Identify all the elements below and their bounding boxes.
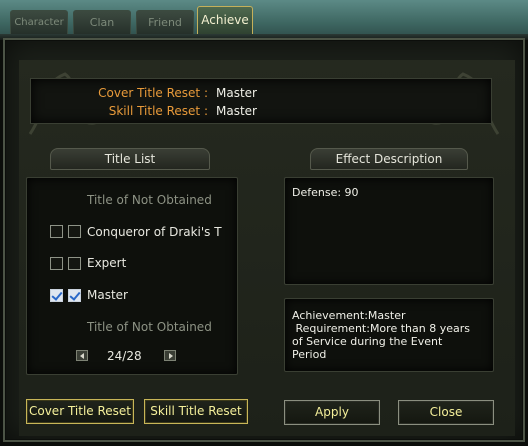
skill-title-checkbox-master[interactable] — [68, 289, 81, 302]
apply-button[interactable]: Apply — [284, 400, 380, 425]
title-reset-summary: Cover Title Reset : Master Skill Title R… — [30, 78, 492, 124]
cover-title-reset-label: Cover Title Reset : — [98, 86, 208, 100]
cover-title-checkbox-expert[interactable] — [50, 257, 63, 270]
cover-title-reset-value: Master — [216, 86, 257, 100]
cover-title-checkbox-master[interactable] — [50, 289, 63, 302]
tab-achieve[interactable]: Achieve — [197, 6, 253, 34]
achievement-line-4: Period — [292, 348, 327, 361]
list-item-not-obtained-top: Title of Not Obtained — [87, 193, 212, 207]
prev-page-arrow-icon[interactable] — [76, 350, 88, 361]
achievement-line-2: Requirement:More than 8 years — [292, 322, 470, 335]
page-indicator: 24/28 — [107, 349, 142, 363]
next-page-arrow-icon[interactable] — [164, 350, 176, 361]
close-button[interactable]: Close — [398, 400, 494, 425]
achievement-line-3: of Service during the Event — [292, 335, 443, 348]
tab-clan[interactable]: Clan — [73, 10, 131, 34]
list-item-expert[interactable]: Expert — [87, 256, 126, 270]
skill-title-reset-value: Master — [216, 104, 257, 118]
achievement-line-1: Achievement:Master — [292, 309, 406, 322]
cover-title-reset-button[interactable]: Cover Title Reset — [26, 399, 134, 424]
tab-character[interactable]: Character — [10, 10, 68, 34]
tab-friend[interactable]: Friend — [136, 10, 194, 34]
list-item-conqueror[interactable]: Conqueror of Draki's T — [87, 225, 222, 239]
skill-title-reset-row: Skill Title Reset : Master — [31, 103, 491, 119]
title-list-heading: Title List — [50, 148, 210, 170]
list-item-master[interactable]: Master — [87, 288, 128, 302]
skill-title-checkbox-conqueror[interactable] — [68, 225, 81, 238]
effect-description-heading: Effect Description — [310, 148, 468, 170]
skill-title-checkbox-expert[interactable] — [68, 257, 81, 270]
list-item-not-obtained-bottom: Title of Not Obtained — [87, 320, 212, 334]
skill-title-reset-button[interactable]: Skill Title Reset — [144, 399, 248, 424]
cover-title-checkbox-conqueror[interactable] — [50, 225, 63, 238]
cover-title-reset-row: Cover Title Reset : Master — [31, 85, 491, 101]
skill-title-reset-label: Skill Title Reset : — [108, 104, 208, 118]
effect-description-text: Defense: 90 — [292, 186, 359, 199]
